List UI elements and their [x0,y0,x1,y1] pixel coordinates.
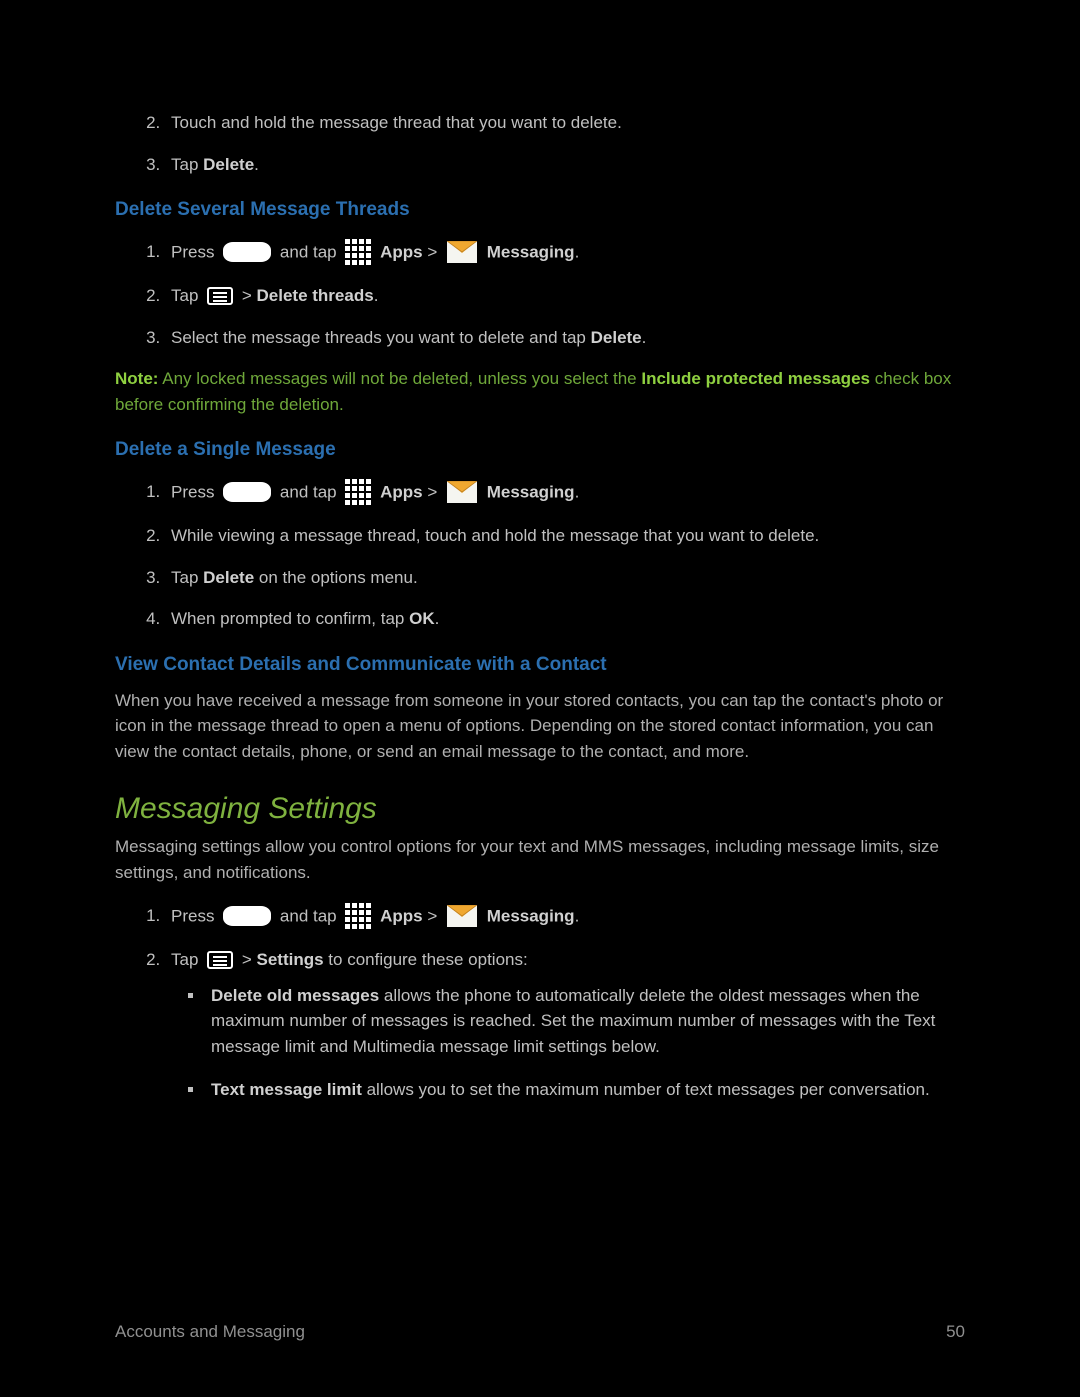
text: > [423,482,442,501]
bold-text: Messaging [487,906,575,925]
text: . [575,242,580,261]
bold-text: Include protected messages [641,369,870,388]
bold-text: Settings [257,950,324,969]
bullet-item: Text message limit allows you to set the… [205,1077,965,1103]
footer-page-number: 50 [946,1322,965,1342]
text: Press [171,242,219,261]
text: on the options menu. [254,568,418,587]
paragraph: Messaging settings allow you control opt… [115,834,965,885]
text: > [237,286,256,305]
note-paragraph: Note: Any locked messages will not be de… [115,366,965,417]
text: Any locked messages will not be deleted,… [158,369,641,388]
bold-text: Delete [203,155,254,174]
settings-list: Press and tap Apps > Messaging. Tap > Se… [115,903,965,1103]
bold-text: Messaging [487,242,575,261]
list-item: Tap Delete. [165,152,965,178]
bold-text: Delete [591,328,642,347]
home-button-icon [223,906,271,926]
messaging-envelope-icon [447,905,477,927]
bold-text: Text message limit [211,1080,362,1099]
messaging-envelope-icon [447,481,477,503]
text: Tap [171,568,203,587]
list-item: Tap Delete on the options menu. [165,565,965,591]
home-button-icon [223,242,271,262]
note-label: Note: [115,369,158,388]
text: When prompted to confirm, tap [171,609,409,628]
page-footer: Accounts and Messaging 50 [115,1322,965,1342]
text: Tap [171,155,203,174]
text: > [423,242,442,261]
list-item: When prompted to confirm, tap OK. [165,606,965,632]
bold-text: Delete [203,568,254,587]
text: Select the message threads you want to d… [171,328,591,347]
footer-section: Accounts and Messaging [115,1322,305,1342]
list-item: Tap > Delete threads. [165,283,965,309]
text: . [254,155,259,174]
apps-grid-icon [345,903,371,929]
subheading-delete-several: Delete Several Message Threads [115,199,965,221]
bold-text: Apps [380,906,423,925]
list-item: While viewing a message thread, touch an… [165,523,965,549]
text: Press [171,482,219,501]
text: . [575,906,580,925]
text: . [435,609,440,628]
subheading-delete-single: Delete a Single Message [115,439,965,461]
apps-grid-icon [345,239,371,265]
text: Touch and hold the message thread that y… [171,113,622,132]
bold-text: Apps [380,242,423,261]
list-item: Touch and hold the message thread that y… [165,110,965,136]
paragraph: When you have received a message from so… [115,688,965,765]
text: and tap [275,242,341,261]
bold-text: OK [409,609,435,628]
apps-grid-icon [345,479,371,505]
bold-text: Messaging [487,482,575,501]
bold-text: Delete threads [257,286,374,305]
text: Tap [171,950,203,969]
text: to configure these options: [324,950,528,969]
text: allows you to set the maximum number of … [362,1080,930,1099]
text: Press [171,906,219,925]
heading-messaging-settings: Messaging Settings [115,792,965,826]
menu-icon [207,287,233,305]
intro-ordered-list: Touch and hold the message thread that y… [115,110,965,177]
text: While viewing a message thread, touch an… [171,526,819,545]
text: and tap [275,482,341,501]
home-button-icon [223,482,271,502]
text: > [423,906,442,925]
list-item: Press and tap Apps > Messaging. [165,903,965,931]
text: Tap [171,286,203,305]
bold-text: Delete old messages [211,986,379,1005]
text: . [575,482,580,501]
text: . [374,286,379,305]
list-item: Press and tap Apps > Messaging. [165,239,965,267]
settings-bullet-list: Delete old messages allows the phone to … [171,983,965,1103]
list-item: Tap > Settings to configure these option… [165,947,965,1103]
delete-single-list: Press and tap Apps > Messaging. While vi… [115,479,965,632]
messaging-envelope-icon [447,241,477,263]
menu-icon [207,951,233,969]
document-page: Touch and hold the message thread that y… [0,0,1080,1397]
list-item: Press and tap Apps > Messaging. [165,479,965,507]
bold-text: Apps [380,482,423,501]
delete-several-list: Press and tap Apps > Messaging. Tap > De… [115,239,965,350]
text: . [642,328,647,347]
subheading-view-contact: View Contact Details and Communicate wit… [115,654,965,676]
bullet-item: Delete old messages allows the phone to … [205,983,965,1060]
text: > [237,950,256,969]
text: and tap [275,906,341,925]
list-item: Select the message threads you want to d… [165,325,965,351]
